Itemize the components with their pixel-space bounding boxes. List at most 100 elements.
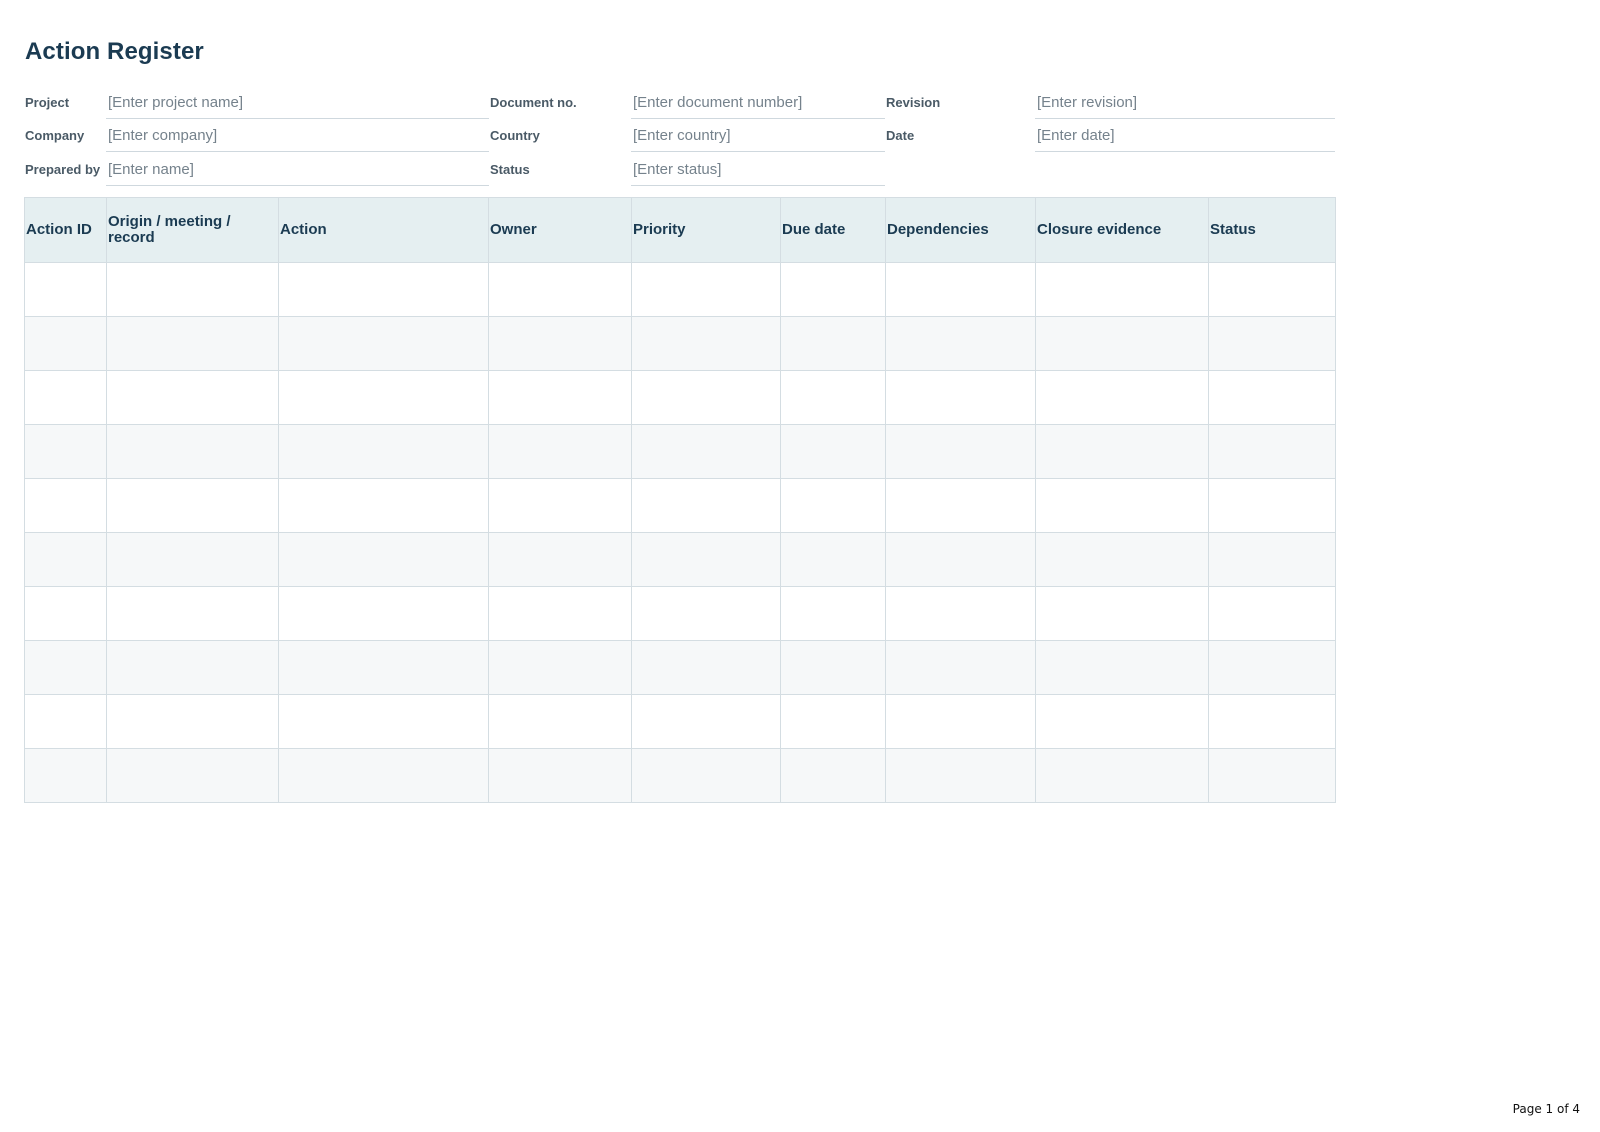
country-label: Country (490, 128, 540, 143)
table-cell[interactable] (780, 586, 886, 641)
table-cell[interactable] (24, 694, 107, 749)
table-cell[interactable] (1208, 424, 1336, 479)
table-cell[interactable] (1208, 640, 1336, 695)
table-cell[interactable] (488, 640, 632, 695)
table-cell[interactable] (1208, 370, 1336, 425)
table-cell[interactable] (106, 478, 279, 533)
company-field[interactable]: [Enter company] (106, 119, 489, 152)
table-cell[interactable] (24, 370, 107, 425)
table-cell[interactable] (780, 478, 886, 533)
table-cell[interactable] (631, 262, 781, 317)
table-cell[interactable] (24, 424, 107, 479)
status-field[interactable]: [Enter status] (631, 153, 885, 186)
table-cell[interactable] (1035, 694, 1209, 749)
table-cell[interactable] (631, 532, 781, 587)
table-cell[interactable] (780, 694, 886, 749)
table-cell[interactable] (885, 640, 1036, 695)
table-cell[interactable] (780, 424, 886, 479)
table-cell[interactable] (1035, 532, 1209, 587)
table-cell[interactable] (1208, 748, 1336, 803)
table-cell[interactable] (278, 748, 489, 803)
table-cell[interactable] (488, 748, 632, 803)
table-cell[interactable] (106, 694, 279, 749)
table-cell[interactable] (1035, 262, 1209, 317)
table-cell[interactable] (24, 262, 107, 317)
table-cell[interactable] (278, 478, 489, 533)
table-cell[interactable] (1208, 262, 1336, 317)
table-cell[interactable] (1035, 370, 1209, 425)
table-cell[interactable] (24, 478, 107, 533)
table-cell[interactable] (1035, 640, 1209, 695)
table-cell[interactable] (1208, 694, 1336, 749)
table-cell[interactable] (780, 262, 886, 317)
table-cell[interactable] (488, 262, 632, 317)
table-cell[interactable] (631, 640, 781, 695)
table-cell[interactable] (24, 316, 107, 371)
table-cell[interactable] (780, 316, 886, 371)
table-cell[interactable] (278, 694, 489, 749)
table-cell[interactable] (106, 424, 279, 479)
table-cell[interactable] (278, 262, 489, 317)
table-cell[interactable] (1208, 316, 1336, 371)
table-cell[interactable] (885, 532, 1036, 587)
table-cell[interactable] (885, 586, 1036, 641)
table-cell[interactable] (885, 370, 1036, 425)
table-cell[interactable] (631, 586, 781, 641)
table-cell[interactable] (106, 316, 279, 371)
table-cell[interactable] (106, 370, 279, 425)
table-cell[interactable] (278, 532, 489, 587)
table-cell[interactable] (1035, 424, 1209, 479)
table-cell[interactable] (106, 262, 279, 317)
table-cell[interactable] (631, 370, 781, 425)
table-cell[interactable] (488, 424, 632, 479)
table-cell[interactable] (106, 748, 279, 803)
table-cell[interactable] (885, 748, 1036, 803)
table-cell[interactable] (1035, 316, 1209, 371)
table-cell[interactable] (488, 478, 632, 533)
table-cell[interactable] (24, 532, 107, 587)
table-cell[interactable] (278, 424, 489, 479)
country-field[interactable]: [Enter country] (631, 119, 885, 152)
project-field[interactable]: [Enter project name] (106, 86, 489, 119)
table-cell[interactable] (24, 748, 107, 803)
table-cell[interactable] (488, 370, 632, 425)
table-cell[interactable] (780, 748, 886, 803)
table-cell[interactable] (631, 478, 781, 533)
table-cell[interactable] (106, 532, 279, 587)
document-no-field[interactable]: [Enter document number] (631, 86, 885, 119)
table-cell[interactable] (24, 640, 107, 695)
table-cell[interactable] (885, 316, 1036, 371)
table-cell[interactable] (278, 370, 489, 425)
table-cell[interactable] (278, 640, 489, 695)
prepared-by-field[interactable]: [Enter name] (106, 153, 489, 186)
table-cell[interactable] (631, 694, 781, 749)
table-cell[interactable] (885, 262, 1036, 317)
table-cell[interactable] (631, 316, 781, 371)
table-cell[interactable] (1035, 586, 1209, 641)
status-label: Status (490, 162, 530, 177)
table-cell[interactable] (1035, 748, 1209, 803)
table-cell[interactable] (24, 586, 107, 641)
table-cell[interactable] (885, 478, 1036, 533)
table-cell[interactable] (780, 640, 886, 695)
table-cell[interactable] (1035, 478, 1209, 533)
table-cell[interactable] (1208, 532, 1336, 587)
table-cell[interactable] (488, 532, 632, 587)
table-cell[interactable] (1208, 586, 1336, 641)
table-cell[interactable] (1208, 478, 1336, 533)
table-cell[interactable] (885, 694, 1036, 749)
table-cell[interactable] (631, 424, 781, 479)
table-cell[interactable] (106, 586, 279, 641)
table-cell[interactable] (631, 748, 781, 803)
table-cell[interactable] (278, 586, 489, 641)
table-cell[interactable] (278, 316, 489, 371)
table-cell[interactable] (488, 586, 632, 641)
table-cell[interactable] (885, 424, 1036, 479)
table-cell[interactable] (488, 316, 632, 371)
date-field[interactable]: [Enter date] (1035, 119, 1335, 152)
table-cell[interactable] (780, 532, 886, 587)
table-cell[interactable] (488, 694, 632, 749)
revision-field[interactable]: [Enter revision] (1035, 86, 1335, 119)
table-cell[interactable] (780, 370, 886, 425)
table-cell[interactable] (106, 640, 279, 695)
